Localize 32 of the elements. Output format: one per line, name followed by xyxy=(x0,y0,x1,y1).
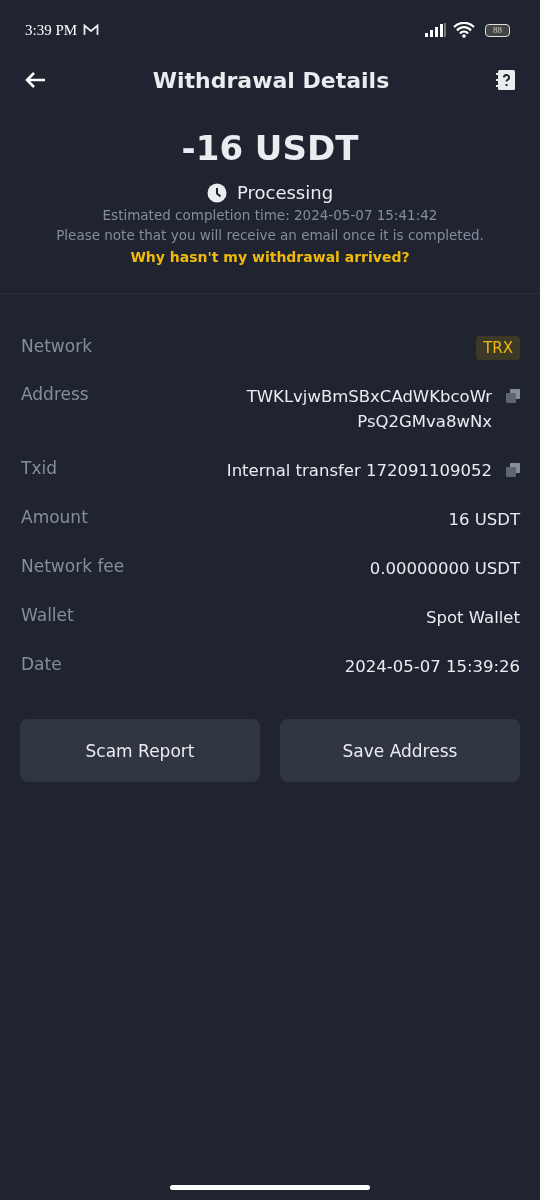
help-link[interactable]: Why hasn't my withdrawal arrived? xyxy=(130,249,410,265)
detail-label: Wallet xyxy=(21,605,74,625)
detail-label: Date xyxy=(21,654,62,674)
page-title: Withdrawal Details xyxy=(152,67,390,93)
back-arrow-icon[interactable] xyxy=(24,71,46,89)
detail-label: Txid xyxy=(21,458,57,478)
detail-value: 2024-05-07 15:39:26 xyxy=(344,656,520,678)
estimate-text: Estimated completion time: 2024-05-07 15:41:42 xyxy=(102,207,438,223)
action-button[interactable]: Scam Report xyxy=(20,719,260,782)
status-time: 3:39 PM xyxy=(25,21,78,39)
detail-value: 0.00000000 USDT xyxy=(369,558,520,580)
detail-label: Amount xyxy=(21,507,88,527)
email-note: Please note that you will receive an email once it is completed. xyxy=(56,227,484,243)
detail-value: TWKLvjwBmSBxCAdWKbcoWr PsQ2GMva8wNx xyxy=(246,386,492,433)
detail-value: Spot Wallet xyxy=(426,607,520,629)
network-tag: TRX xyxy=(476,336,520,360)
wifi-icon xyxy=(453,22,475,38)
detail-value: Internal transfer 172091109052 xyxy=(226,460,492,482)
clock-icon xyxy=(206,182,227,203)
amount: -16 USDT xyxy=(181,128,359,168)
help-document-icon[interactable] xyxy=(496,69,516,91)
status-text: Processing xyxy=(236,182,334,203)
signal-icon xyxy=(425,23,447,37)
mail-icon xyxy=(83,24,100,36)
copy-icon[interactable] xyxy=(506,389,520,403)
detail-value: 16 USDT xyxy=(448,509,520,531)
detail-label: Network fee xyxy=(21,556,125,576)
detail-label: Network xyxy=(21,336,92,356)
copy-icon[interactable] xyxy=(506,463,520,477)
battery-icon: 88 xyxy=(485,23,510,37)
action-button[interactable]: Save Address xyxy=(280,719,520,782)
detail-label: Address xyxy=(21,384,89,404)
